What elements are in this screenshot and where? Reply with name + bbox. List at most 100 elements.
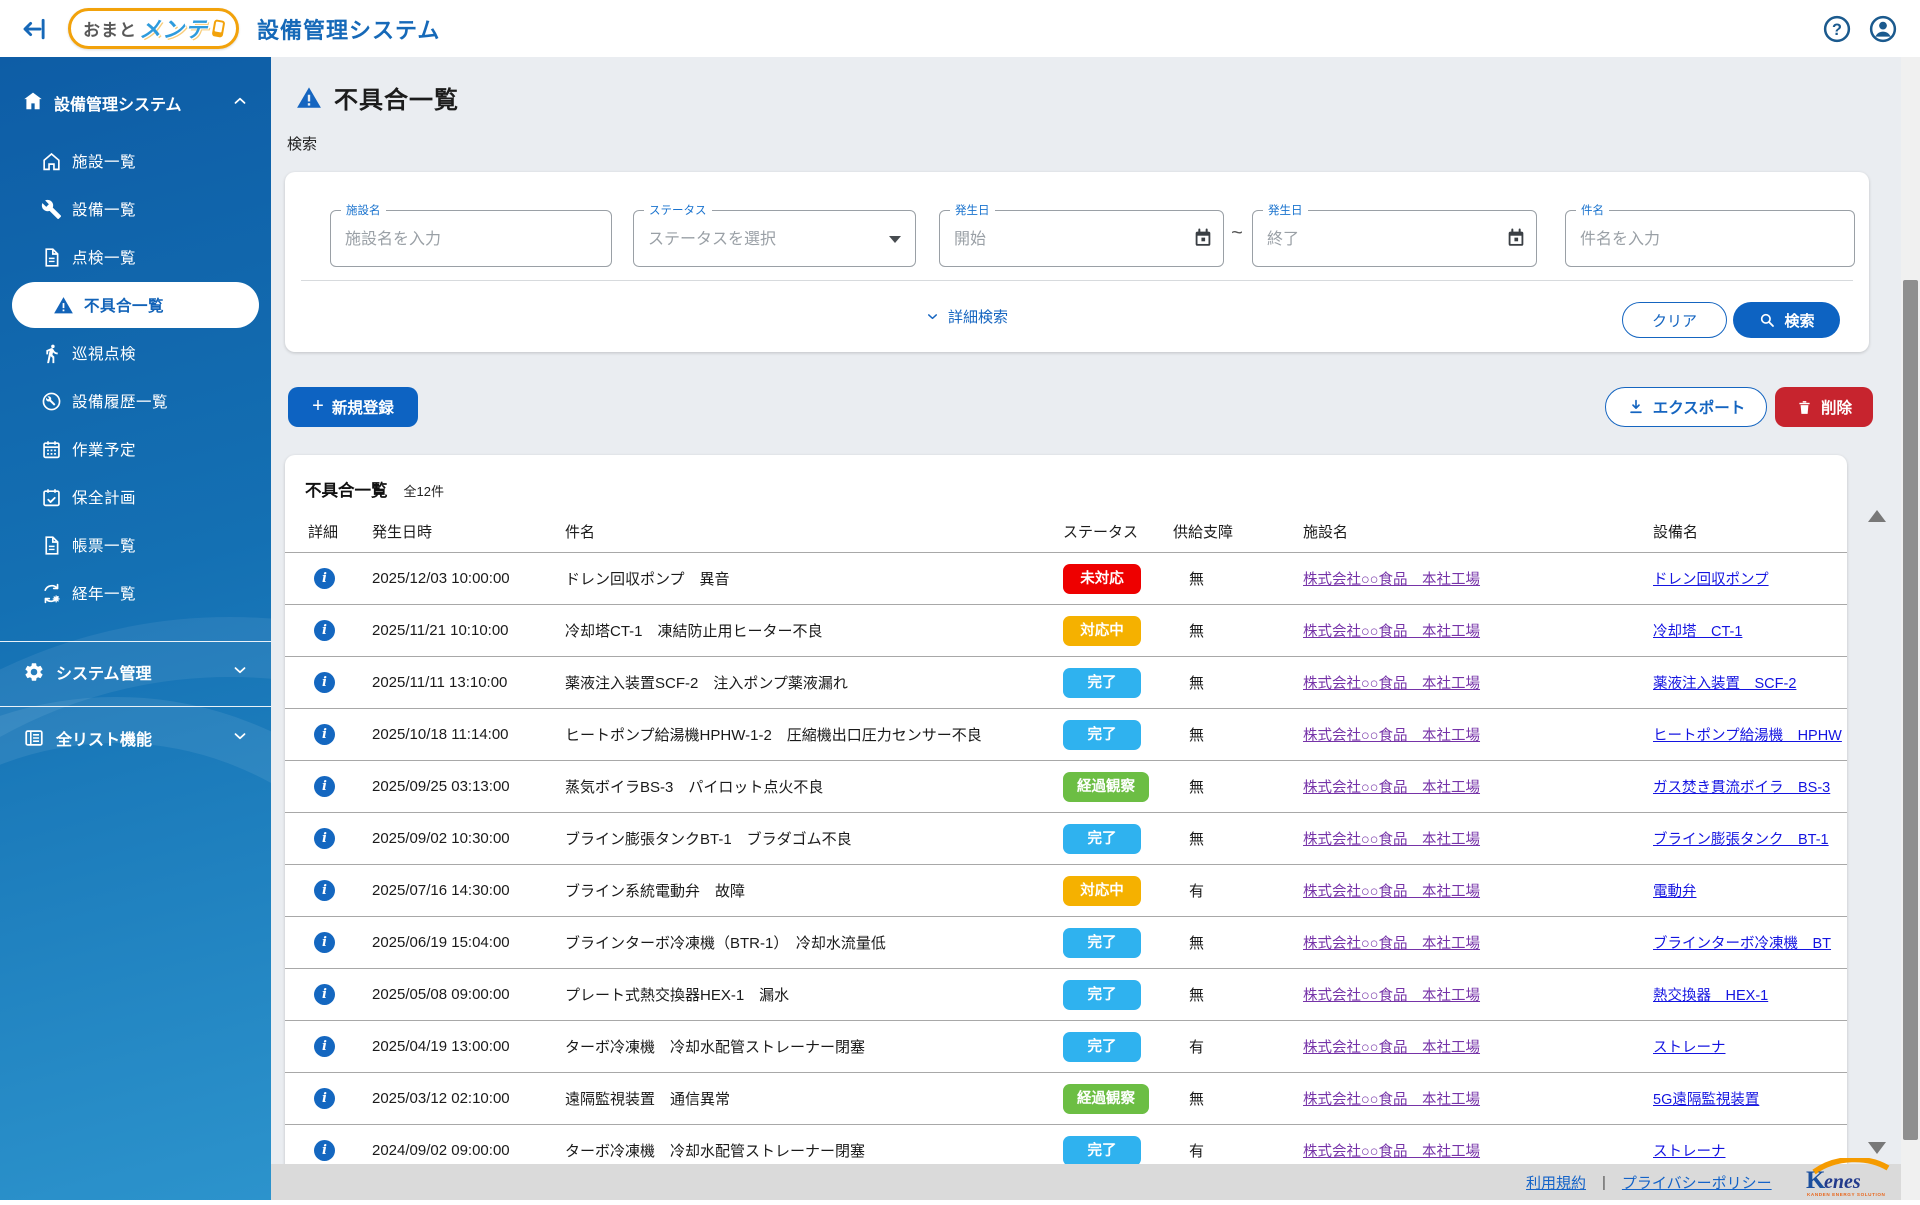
help-icon[interactable]: ? xyxy=(1822,14,1852,44)
end-date-input[interactable] xyxy=(1265,211,1504,268)
sidebar-item-label: 設備履歴一覧 xyxy=(72,390,168,412)
sidebar-item-patrol[interactable]: 巡視点検 xyxy=(0,329,271,377)
facility-link[interactable]: 株式会社○○食品 本社工場 xyxy=(1303,780,1480,796)
aging-icon xyxy=(40,583,62,604)
chevron-down-icon[interactable] xyxy=(231,727,249,750)
status-badge: 経過観察 xyxy=(1063,1084,1149,1114)
row-datetime: 2025/06/19 15:04:00 xyxy=(372,934,565,951)
advanced-search-link[interactable]: 詳細検索 xyxy=(925,306,1008,327)
calendar-picker-icon[interactable] xyxy=(1505,227,1527,249)
equipment-link[interactable]: ストレーナ xyxy=(1653,1144,1726,1160)
info-icon[interactable]: i xyxy=(314,776,335,797)
sidebar-item-reports[interactable]: 帳票一覧 xyxy=(0,521,271,569)
table-row: i2025/07/16 14:30:00ブライン系統電動弁 故障対応中有株式会社… xyxy=(285,864,1847,916)
row-subject: ブライン系統電動弁 故障 xyxy=(565,880,1063,901)
calendar-picker-icon[interactable] xyxy=(1192,227,1214,249)
info-icon[interactable]: i xyxy=(314,1036,335,1057)
status-input[interactable] xyxy=(646,211,883,268)
facility-link[interactable]: 株式会社○○食品 本社工場 xyxy=(1303,988,1480,1004)
sidebar-item-maintenance-plan[interactable]: 保全計画 xyxy=(0,473,271,521)
info-icon[interactable]: i xyxy=(314,1088,335,1109)
row-subject: 薬液注入装置SCF-2 注入ポンプ薬液漏れ xyxy=(565,672,1063,693)
facility-link[interactable]: 株式会社○○食品 本社工場 xyxy=(1303,832,1480,848)
table-row: i2024/09/02 09:00:00ターボ冷凍機 冷却水配管ストレーナー閉塞… xyxy=(285,1124,1847,1164)
scroll-up-arrow-icon[interactable] xyxy=(1868,510,1886,522)
warning-icon xyxy=(296,85,322,111)
info-icon[interactable]: i xyxy=(314,724,335,745)
equipment-link[interactable]: ドレン回収ポンプ xyxy=(1653,572,1769,588)
equipment-link[interactable]: ガス焚き貫流ボイラ BS-3 xyxy=(1653,780,1830,796)
sidebar-item-inspections[interactable]: 点検一覧 xyxy=(0,233,271,281)
building-icon xyxy=(22,90,44,117)
row-datetime: 2025/11/21 10:10:00 xyxy=(372,622,565,639)
chevron-up-icon[interactable] xyxy=(231,92,249,115)
facility-link[interactable]: 株式会社○○食品 本社工場 xyxy=(1303,676,1480,692)
search-button[interactable]: 検索 xyxy=(1733,302,1840,338)
equipment-link[interactable]: ブライン膨張タンク BT-1 xyxy=(1653,832,1829,848)
row-datetime: 2025/12/03 10:00:00 xyxy=(372,570,565,587)
facility-link[interactable]: 株式会社○○食品 本社工場 xyxy=(1303,1144,1480,1160)
top-bar: おまと メンテ 設備管理システム ? xyxy=(0,0,1920,57)
sidebar-item-work-schedule[interactable]: 作業予定 xyxy=(0,425,271,473)
footer-separator: | xyxy=(1602,1174,1606,1191)
equipment-link[interactable]: 電動弁 xyxy=(1653,884,1697,900)
info-icon[interactable]: i xyxy=(314,672,335,693)
sidebar-item-aging[interactable]: 経年一覧 xyxy=(0,569,271,617)
sidebar-root-item[interactable]: 設備管理システム xyxy=(0,83,271,123)
equipment-link[interactable]: 熱交換器 HEX-1 xyxy=(1653,988,1768,1004)
sidebar-section-all-lists[interactable]: 全リスト機能 xyxy=(0,715,271,761)
delete-button[interactable]: 削除 xyxy=(1775,387,1873,427)
table-row: i2025/09/02 10:30:00ブライン膨張タンクBT-1 ブラダゴム不… xyxy=(285,812,1847,864)
sidebar-item-equipment[interactable]: 設備一覧 xyxy=(0,185,271,233)
equipment-link[interactable]: ストレーナ xyxy=(1653,1040,1726,1056)
sidebar-item-label: 作業予定 xyxy=(72,438,136,460)
row-subject: 冷却塔CT-1 凍結防止用ヒーター不良 xyxy=(565,620,1063,641)
vertical-scrollbar[interactable] xyxy=(1901,57,1920,1200)
facility-link[interactable]: 株式会社○○食品 本社工場 xyxy=(1303,1092,1480,1108)
scrollbar-thumb[interactable] xyxy=(1903,280,1918,1140)
equipment-link[interactable]: 5G遠隔監視装置 xyxy=(1653,1092,1759,1108)
info-icon[interactable]: i xyxy=(314,568,335,589)
status-badge: 経過観察 xyxy=(1063,772,1149,802)
info-icon[interactable]: i xyxy=(314,1140,335,1161)
row-datetime: 2025/11/11 13:10:00 xyxy=(372,674,565,691)
info-icon[interactable]: i xyxy=(314,984,335,1005)
table-row: i2025/03/12 02:10:00遠隔監視装置 通信異常経過観察無株式会社… xyxy=(285,1072,1847,1124)
equipment-link[interactable]: ブラインターボ冷凍機 BT xyxy=(1653,936,1831,952)
row-subject: プレート式熱交換器HEX-1 漏水 xyxy=(565,984,1063,1005)
info-icon[interactable]: i xyxy=(314,932,335,953)
info-icon[interactable]: i xyxy=(314,828,335,849)
dropdown-caret-icon[interactable] xyxy=(889,236,901,243)
sidebar-item-facilities[interactable]: 施設一覧 xyxy=(0,137,271,185)
equipment-link[interactable]: ヒートポンプ給湯機 HPHW xyxy=(1653,728,1842,744)
back-icon[interactable] xyxy=(18,12,52,46)
chevron-down-icon[interactable] xyxy=(231,661,249,684)
clear-button[interactable]: クリア xyxy=(1622,302,1727,338)
row-subject: ドレン回収ポンプ 異音 xyxy=(565,568,1063,589)
facility-name-input[interactable] xyxy=(343,211,579,268)
export-button[interactable]: エクスポート xyxy=(1605,387,1767,427)
terms-link[interactable]: 利用規約 xyxy=(1526,1172,1586,1193)
status-badge: 完了 xyxy=(1063,928,1141,958)
sidebar-item-defects[interactable]: 不具合一覧 xyxy=(12,282,259,328)
wrench-icon xyxy=(40,199,62,220)
start-date-input[interactable] xyxy=(952,211,1191,268)
facility-link[interactable]: 株式会社○○食品 本社工場 xyxy=(1303,884,1480,900)
facility-link[interactable]: 株式会社○○食品 本社工場 xyxy=(1303,572,1480,588)
new-registration-button[interactable]: + 新規登録 xyxy=(288,387,418,427)
privacy-link[interactable]: プライバシーポリシー xyxy=(1622,1172,1772,1193)
facility-link[interactable]: 株式会社○○食品 本社工場 xyxy=(1303,936,1480,952)
facility-link[interactable]: 株式会社○○食品 本社工場 xyxy=(1303,624,1480,640)
facility-link[interactable]: 株式会社○○食品 本社工場 xyxy=(1303,1040,1480,1056)
scroll-down-arrow-icon[interactable] xyxy=(1868,1142,1886,1154)
subject-input[interactable] xyxy=(1578,211,1822,268)
sidebar-item-equipment-history[interactable]: 設備履歴一覧 xyxy=(0,377,271,425)
facility-link[interactable]: 株式会社○○食品 本社工場 xyxy=(1303,728,1480,744)
info-icon[interactable]: i xyxy=(314,620,335,641)
sidebar-section-system-admin[interactable]: システム管理 xyxy=(0,649,271,695)
equipment-link[interactable]: 冷却塔 CT-1 xyxy=(1653,624,1742,640)
info-icon[interactable]: i xyxy=(314,880,335,901)
walker-icon xyxy=(40,343,62,364)
equipment-link[interactable]: 薬液注入装置 SCF-2 xyxy=(1653,676,1796,692)
user-icon[interactable] xyxy=(1868,14,1898,44)
